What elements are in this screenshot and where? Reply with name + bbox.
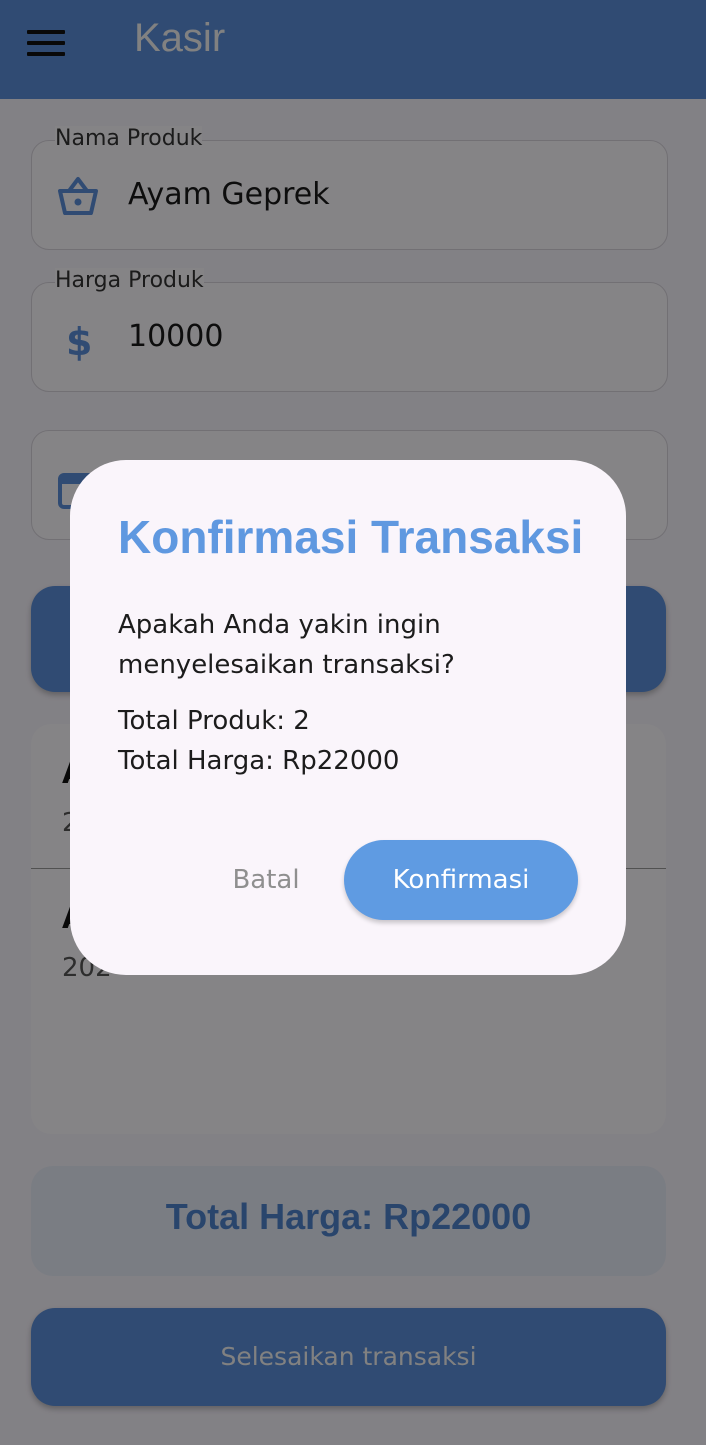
confirm-dialog: Konfirmasi Transaksi Apakah Anda yakin i…	[70, 460, 626, 975]
cancel-button[interactable]: Batal	[216, 840, 316, 920]
confirm-button[interactable]: Konfirmasi	[344, 840, 578, 920]
dialog-total-price: Total Harga: Rp22000	[118, 746, 400, 776]
dialog-total-products: Total Produk: 2	[118, 706, 310, 736]
dialog-title: Konfirmasi Transaksi	[118, 511, 584, 563]
dialog-message: Apakah Anda yakin ingin menyelesaikan tr…	[118, 610, 455, 680]
